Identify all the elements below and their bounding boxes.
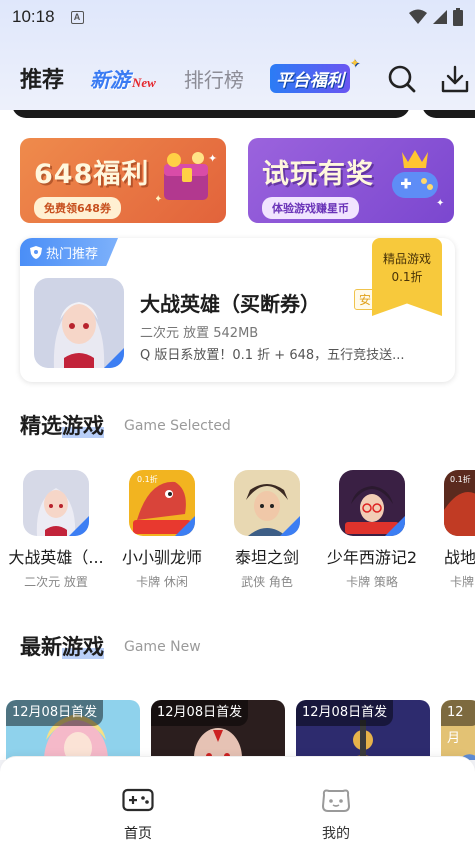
hot-game-meta: 二次元 放置 542MB <box>140 326 259 341</box>
hot-recommend-tag: 热门推荐 <box>20 238 119 266</box>
section-title-part: 最新 <box>20 635 62 659</box>
game-tags: 二次元 放置 <box>24 575 88 589</box>
status-bar: 10:18 A <box>0 0 475 34</box>
hot-recommend-card[interactable]: 热门推荐 大战英雄（买断券） 安 二次元 放置 542MB Q 版日系放置！0.… <box>20 238 455 382</box>
download-icon[interactable] <box>440 64 470 94</box>
promo-648-welfare[interactable]: 648福利 免费领648券 ✦ ✦ <box>20 138 226 223</box>
tab-recommend[interactable]: 推荐 <box>20 62 64 94</box>
gamepad-icon <box>122 788 154 812</box>
game-icon <box>23 470 89 536</box>
release-date-label: 12月08日首发 <box>296 700 394 726</box>
tab-ranking[interactable]: 排行榜 <box>184 64 244 93</box>
notification-a-icon: A <box>70 10 84 24</box>
svg-text:✦: ✦ <box>436 198 444 208</box>
section-subtitle-newest: Game New <box>124 639 201 655</box>
nav-home-label: 首页 <box>124 826 152 842</box>
tab-new-games-label: 新游 <box>90 67 131 92</box>
game-name: 战地 <box>444 548 475 567</box>
cellular-icon <box>433 10 447 24</box>
hot-recommend-tag-label: 热门推荐 <box>46 246 99 262</box>
nav-home[interactable]: 首页 <box>98 787 178 843</box>
game-tags: 武侠 角色 <box>241 575 293 589</box>
tab-new-games[interactable]: 新游 New <box>90 64 156 93</box>
svg-text:0.1折: 0.1折 <box>450 474 471 484</box>
game-icon: 0.1折 <box>444 470 475 536</box>
profile-face-icon <box>321 789 351 812</box>
bottom-navigation: 首页 我的 <box>0 756 475 844</box>
ribbon-line-2: 0.1折 <box>391 270 423 284</box>
game-name: 大战英雄（... <box>8 548 104 567</box>
hot-game-description: Q 版日系放置！0.1 折 + 648，五行竞技送... <box>140 348 405 363</box>
svg-text:0.1折: 0.1折 <box>137 474 158 484</box>
nav-mine[interactable]: 我的 <box>296 787 376 843</box>
svg-text:✦: ✦ <box>156 194 162 205</box>
battery-icon <box>453 8 463 26</box>
promo-subtitle: 体验游戏赚星币 <box>262 197 359 219</box>
wifi-icon <box>409 9 427 24</box>
status-icons <box>409 8 463 26</box>
anime-girl-avatar <box>34 278 124 368</box>
new-game-card[interactable]: 12月08日首发 <box>6 700 140 760</box>
search-icon[interactable] <box>387 64 417 94</box>
new-game-card[interactable]: 12月 <box>441 700 475 760</box>
tab-platform-welfare[interactable]: 平台福利 <box>269 56 360 93</box>
game-icon: 0.1折 <box>129 470 195 536</box>
game-tags: 卡牌 休闲 <box>136 575 188 589</box>
banner-strip-edge-2 <box>422 110 475 118</box>
section-title-newest: 最新游戏 <box>20 631 104 661</box>
newest-games-row: 12月08日首发 12月08日首发 12月08日首发 12月 <box>0 700 475 760</box>
section-title-highlight: 游戏 <box>62 635 104 659</box>
game-card[interactable]: 少年西游记2 卡牌 策略 <box>320 470 424 590</box>
new-game-card[interactable]: 12月08日首发 <box>296 700 430 760</box>
release-date-label: 12月08日首发 <box>151 700 249 726</box>
svg-text:✦: ✦ <box>208 152 217 165</box>
main-content: 648福利 免费领648券 ✦ ✦ 试玩有奖 体验游戏赚星币 ✦ 热门推荐 大战… <box>0 110 475 760</box>
release-date-label: 12月 <box>441 700 475 746</box>
premium-discount-ribbon: 精品游戏 0.1折 <box>372 238 442 316</box>
game-card[interactable]: 0.1折 战地 卡牌 <box>426 470 475 590</box>
treasure-chest-icon: ✦ ✦ <box>156 152 217 205</box>
shield-icon <box>30 245 42 259</box>
game-name: 泰坦之剑 <box>234 548 299 567</box>
game-tags: 卡牌 <box>450 575 475 589</box>
game-card[interactable]: 泰坦之剑 武侠 角色 <box>215 470 319 590</box>
game-card[interactable]: 0.1折 小小驯龙师 卡牌 休闲 <box>110 470 214 590</box>
selected-games-row: 大战英雄（... 二次元 放置 0.1折 小小驯龙师 卡牌 休闲 泰坦之剑 武侠… <box>0 470 475 600</box>
banner-strip-edge <box>12 110 410 118</box>
section-title-highlight: 游戏 <box>62 414 104 438</box>
nav-mine-label: 我的 <box>322 826 350 842</box>
promo-subtitle: 免费领648券 <box>34 197 121 219</box>
section-title-part: 精选 <box>20 414 62 438</box>
status-time: 10:18 <box>12 7 55 26</box>
game-icon <box>234 470 300 536</box>
gamepad-crown-icon: ✦ <box>392 150 444 208</box>
promo-trial-reward[interactable]: 试玩有奖 体验游戏赚星币 ✦ <box>248 138 454 223</box>
top-navigation: 推荐 新游 New 排行榜 平台福利 <box>0 52 475 104</box>
hot-game-title: 大战英雄（买断券） <box>140 292 320 316</box>
game-tags: 卡牌 策略 <box>346 575 398 589</box>
release-date-label: 12月08日首发 <box>6 700 104 726</box>
game-name: 小小驯龙师 <box>121 548 202 567</box>
new-badge: New <box>132 74 156 90</box>
game-icon-battle-heroes <box>34 278 124 368</box>
game-name: 少年西游记2 <box>326 548 418 567</box>
ribbon-line-1: 精品游戏 <box>382 252 431 266</box>
game-card[interactable]: 大战英雄（... 二次元 放置 <box>4 470 108 590</box>
new-game-card[interactable]: 12月08日首发 <box>151 700 285 760</box>
section-subtitle-selected: Game Selected <box>124 418 231 434</box>
game-icon <box>339 470 405 536</box>
section-title-selected: 精选游戏 <box>20 410 104 440</box>
